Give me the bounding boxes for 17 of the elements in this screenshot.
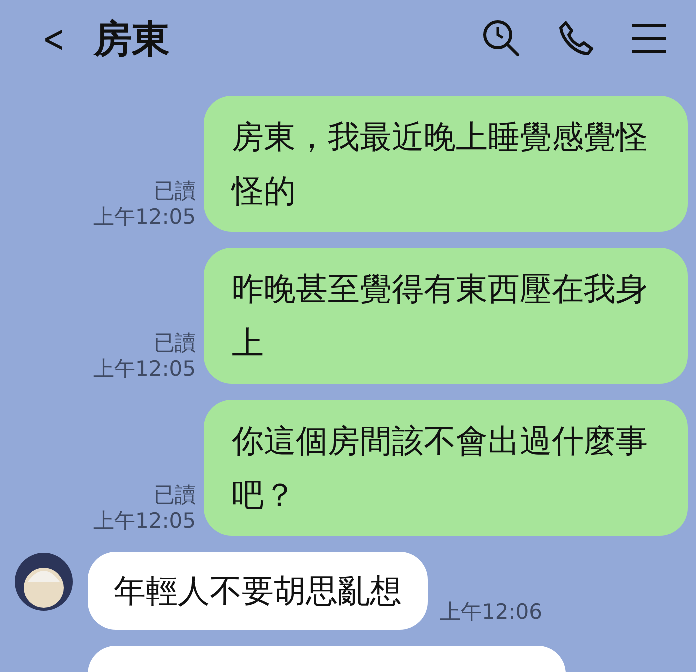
avatar[interactable]	[14, 552, 74, 612]
message-time: 上午12:05	[93, 356, 196, 382]
message-time: 上午12:05	[93, 204, 196, 230]
message-time: 上午12:06	[440, 599, 543, 626]
message-time: 上午12:05	[93, 508, 196, 534]
read-receipt: 已讀	[154, 330, 196, 356]
message-bubble: 昨晚甚至覺得有東西壓在我身上	[204, 248, 688, 384]
read-receipt: 已讀	[154, 482, 196, 508]
chat-title: 房東	[94, 16, 170, 62]
message-bubble: 你這個房間該不會出過什麼事吧？	[204, 400, 688, 536]
menu-icon[interactable]	[632, 24, 666, 54]
phone-icon[interactable]	[558, 20, 596, 58]
back-button[interactable]: <	[42, 17, 66, 61]
message-bubble: 年輕人不要胡思亂想	[88, 552, 428, 630]
search-icon[interactable]	[482, 19, 522, 59]
message-bubble: 房東，我最近晚上睡覺感覺怪怪的	[204, 96, 688, 232]
read-receipt: 已讀	[154, 178, 196, 204]
